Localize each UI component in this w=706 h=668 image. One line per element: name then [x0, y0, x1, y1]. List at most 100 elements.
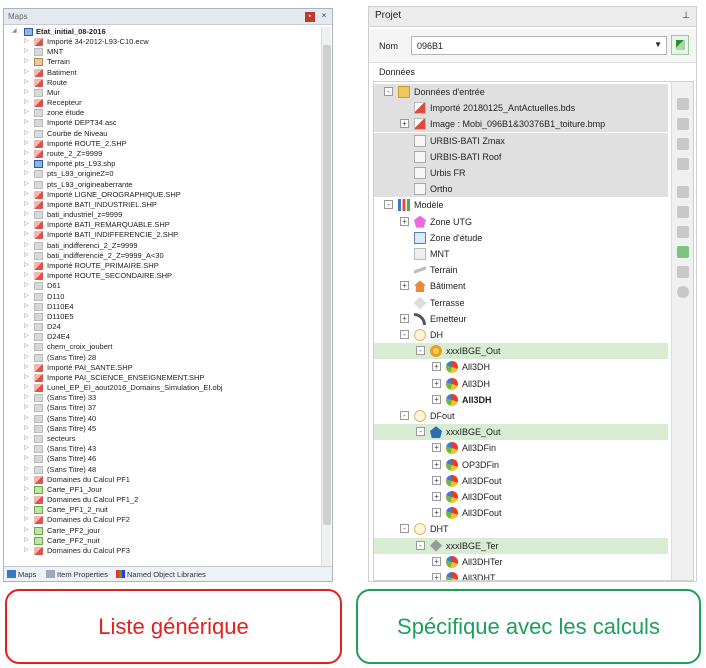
tree-item[interactable]: - DFout — [374, 408, 668, 424]
collapse-icon[interactable]: - — [416, 427, 425, 437]
tree-item[interactable]: + All3DH — [374, 392, 668, 408]
tree-item[interactable]: + Zone UTG — [374, 214, 668, 230]
expand-icon[interactable]: + — [400, 313, 409, 323]
expand-icon[interactable]: ▷ — [24, 159, 29, 166]
tree-item[interactable]: + All3DHTer — [374, 554, 668, 570]
expand-icon[interactable]: ▷ — [24, 190, 29, 197]
expand-icon[interactable]: ▷ — [24, 108, 29, 115]
scrollbar-thumb[interactable] — [323, 45, 331, 525]
expand-icon[interactable]: ▷ — [24, 118, 29, 125]
collapse-icon[interactable]: - — [384, 87, 393, 96]
expand-icon[interactable]: ▷ — [24, 465, 29, 472]
expand-icon[interactable]: ▷ — [24, 98, 29, 105]
expand-icon[interactable]: ▷ — [24, 68, 29, 75]
tab-item-properties[interactable]: Item Properties — [46, 569, 108, 580]
tree-item[interactable]: - DHT — [374, 521, 668, 537]
expand-icon[interactable]: ▷ — [24, 149, 29, 156]
close-icon[interactable]: × — [319, 11, 329, 21]
projet-tree[interactable]: - Données d'entrée Importé 20180125_AntAct… — [374, 82, 668, 580]
expand-icon[interactable]: ▷ — [24, 515, 29, 522]
expand-icon[interactable]: ▷ — [24, 220, 29, 227]
expand-icon[interactable]: + — [432, 362, 441, 372]
tree-item[interactable]: + All3DH — [374, 359, 668, 375]
expand-icon[interactable]: ▷ — [24, 332, 29, 339]
tree-item[interactable]: Zone d'étude — [374, 230, 668, 246]
tree-item[interactable]: MNT — [374, 246, 668, 262]
expand-icon[interactable]: ▷ — [24, 373, 29, 380]
tree-item[interactable]: Terrasse — [374, 295, 668, 311]
tree-item[interactable]: Ortho — [374, 181, 668, 198]
expand-icon[interactable]: ▷ — [24, 414, 29, 421]
nom-select[interactable]: 096B1 ▼ — [411, 36, 667, 55]
collapse-icon[interactable]: - — [400, 330, 409, 339]
expand-icon[interactable]: ▷ — [24, 37, 29, 44]
expand-icon[interactable]: + — [432, 492, 441, 501]
expand-icon[interactable]: ▷ — [24, 434, 29, 441]
tree-item[interactable]: - Modèle — [374, 197, 668, 213]
tree-item[interactable]: + Bâtiment — [374, 278, 668, 294]
expand-icon[interactable]: + — [432, 394, 441, 404]
tree-item[interactable]: + OP3DFin — [374, 457, 668, 473]
expand-icon[interactable]: + — [432, 573, 441, 580]
collapse-icon[interactable]: - — [384, 200, 393, 210]
expand-icon[interactable]: ▷ — [24, 393, 29, 400]
expand-icon[interactable]: ▷ — [24, 129, 29, 136]
expand-icon[interactable]: ▷ — [24, 57, 29, 64]
collapse-icon[interactable]: ◢ — [12, 27, 17, 34]
tool-icon[interactable] — [677, 186, 689, 198]
expand-icon[interactable]: ▷ — [24, 169, 29, 176]
tree-item[interactable]: URBIS-BATI Roof — [374, 148, 668, 165]
tree-item[interactable]: + All3DFin — [374, 440, 668, 456]
expand-icon[interactable]: + — [400, 216, 409, 226]
expand-icon[interactable]: ▷ — [24, 47, 29, 54]
tree-item[interactable]: + All3DFout — [374, 489, 668, 505]
tree-item[interactable]: + Emetteur — [374, 311, 668, 327]
cursor-icon[interactable] — [677, 138, 689, 150]
expand-icon[interactable]: ▷ — [24, 322, 29, 329]
expand-icon[interactable]: ▷ — [24, 210, 29, 217]
vertical-scrollbar[interactable] — [321, 27, 331, 567]
tree-item[interactable]: - xxxIBGE_Out — [374, 424, 668, 441]
tree-item[interactable]: URBIS-BATI Zmax — [374, 132, 668, 149]
tree-item[interactable]: + All3DH — [374, 376, 668, 392]
expand-icon[interactable]: ▷ — [24, 78, 29, 85]
pin-icon[interactable]: ⊥ — [682, 10, 690, 21]
expand-icon[interactable]: ▷ — [24, 505, 29, 512]
expand-icon[interactable]: ▷ — [24, 302, 29, 309]
expand-icon[interactable]: + — [432, 378, 441, 388]
compute-button[interactable] — [671, 35, 689, 55]
tool-icon[interactable] — [677, 98, 689, 110]
tool-icon[interactable] — [677, 118, 689, 130]
expand-icon[interactable]: ▷ — [24, 536, 29, 543]
tree-item[interactable]: + Image : Mobi_096B1&30376B1_toiture.bmp — [374, 116, 668, 133]
circle-icon[interactable] — [677, 286, 689, 298]
expand-icon[interactable]: + — [400, 281, 409, 291]
expand-icon[interactable]: ▷ — [24, 403, 29, 410]
collapse-icon[interactable]: - — [400, 411, 409, 420]
expand-icon[interactable]: ▷ — [24, 454, 29, 461]
tool-icon[interactable] — [677, 158, 689, 170]
tree-item[interactable]: - xxxIBGE_Out — [374, 343, 668, 360]
tree-item[interactable]: Terrain — [374, 262, 668, 278]
expand-icon[interactable]: + — [432, 475, 441, 485]
tree-item[interactable]: - Données d'entrée — [374, 84, 668, 100]
expand-icon[interactable]: ▷ — [24, 546, 29, 553]
tree-item[interactable]: + All3DFout — [374, 473, 668, 489]
expand-icon[interactable]: ▷ — [24, 383, 29, 390]
expand-icon[interactable]: + — [432, 443, 441, 453]
expand-icon[interactable]: ▷ — [24, 271, 29, 278]
expand-icon[interactable]: ▷ — [24, 475, 29, 482]
collapse-icon[interactable]: - — [416, 540, 425, 550]
tree-item[interactable]: Importé 20180125_AntActuelles.bds — [374, 100, 668, 117]
collapse-icon[interactable]: - — [416, 346, 425, 356]
tree-item[interactable]: - xxxIBGE_Ter — [374, 537, 668, 554]
collapse-icon[interactable]: - — [400, 524, 409, 534]
tree-item[interactable]: + All3DFout — [374, 505, 668, 521]
tree-item[interactable]: - DH — [374, 327, 668, 343]
expand-icon[interactable]: + — [432, 556, 441, 566]
expand-icon[interactable]: ▷ — [24, 180, 29, 187]
expand-icon[interactable]: ▷ — [24, 261, 29, 268]
pin-icon[interactable]: ▪ — [304, 12, 315, 22]
delete-icon[interactable] — [677, 266, 689, 278]
expand-icon[interactable]: + — [400, 119, 409, 129]
